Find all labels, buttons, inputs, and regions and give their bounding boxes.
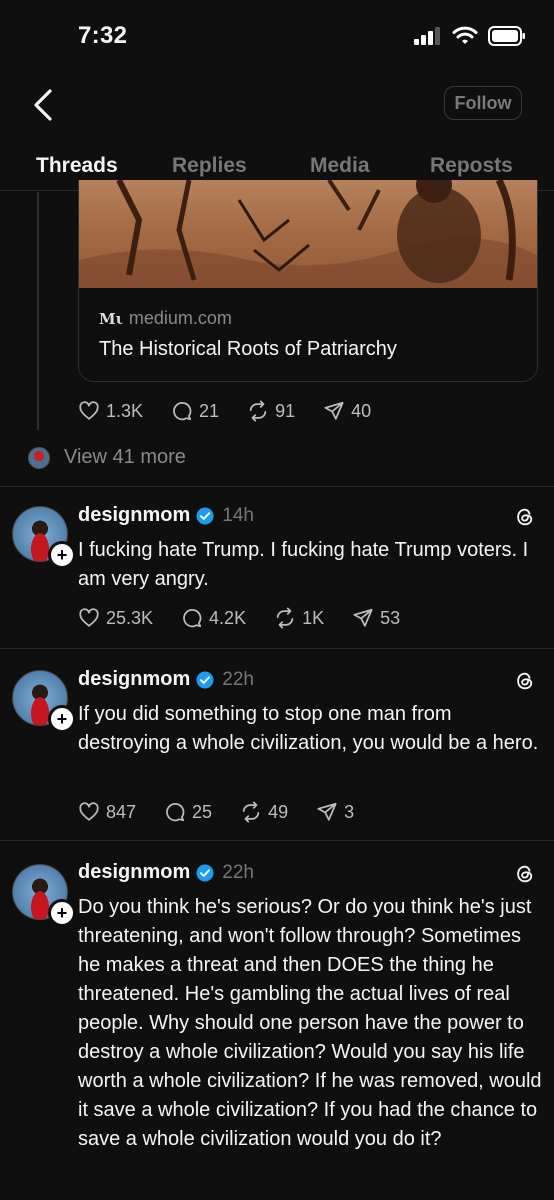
tab-media[interactable]: Media — [310, 154, 370, 178]
repost-count: 91 — [275, 400, 296, 421]
repost-icon — [249, 400, 267, 422]
like-count: 847 — [106, 801, 137, 822]
heart-icon — [79, 401, 99, 420]
share-count: 3 — [344, 801, 355, 822]
share-button[interactable]: 40 — [323, 400, 371, 422]
share-count: 40 — [351, 400, 372, 421]
repost-count: 49 — [268, 801, 289, 822]
verified-badge-icon — [196, 670, 214, 689]
reply-button[interactable]: 21 — [171, 400, 219, 422]
post-header: designmom 22h — [78, 668, 254, 691]
comment-icon — [166, 803, 185, 822]
status-time: 7:32 — [78, 22, 128, 49]
wifi-icon — [452, 26, 478, 44]
share-count: 53 — [380, 607, 401, 628]
link-preview-card[interactable]: Mι medium.com The Historical Roots of Pa… — [78, 180, 538, 382]
threads-logo-icon[interactable] — [514, 670, 536, 692]
like-button[interactable]: 1.3K — [78, 400, 143, 422]
view-more-replies[interactable]: View 41 more — [28, 446, 186, 469]
share-button[interactable]: 3 — [316, 801, 354, 823]
repost-icon — [242, 801, 260, 823]
repost-button[interactable]: 1K — [274, 607, 324, 629]
link-domain: medium.com — [128, 308, 232, 328]
repost-button[interactable]: 49 — [240, 801, 288, 823]
reply-count: 21 — [199, 400, 220, 421]
username[interactable]: designmom — [78, 504, 190, 527]
post-header: designmom 22h — [78, 861, 254, 884]
post-actions: 25.3K 4.2K 1K 53 — [78, 607, 428, 629]
post-time: 22h — [222, 668, 254, 690]
tab-threads[interactable]: Threads — [36, 154, 118, 178]
status-icons — [414, 26, 526, 46]
send-icon — [317, 802, 337, 821]
link-domain-row: Mι medium.com — [99, 308, 232, 329]
follow-plus-icon[interactable]: + — [48, 899, 76, 927]
send-icon — [353, 608, 373, 627]
view-more-label: View 41 more — [64, 446, 186, 468]
threads-logo-icon[interactable] — [514, 863, 536, 885]
reply-button[interactable]: 4.2K — [181, 607, 246, 629]
heart-icon — [79, 802, 99, 821]
username[interactable]: designmom — [78, 668, 190, 691]
repost-count: 1K — [302, 607, 325, 628]
post-item[interactable]: + designmom 14h I fucking hate Trump. I … — [0, 486, 554, 648]
top-post-actions: 1.3K 21 91 40 — [78, 400, 399, 422]
follow-button[interactable]: Follow — [444, 86, 522, 120]
like-count: 25.3K — [106, 607, 154, 628]
post-time: 22h — [222, 861, 254, 883]
post-time: 14h — [222, 504, 254, 526]
like-button[interactable]: 847 — [78, 801, 136, 823]
mini-avatar — [28, 446, 50, 469]
like-button[interactable]: 25.3K — [78, 607, 153, 629]
follow-plus-icon[interactable]: + — [48, 705, 76, 733]
repost-icon — [276, 607, 294, 629]
cellular-signal-icon — [414, 27, 440, 45]
post-text: Do you think he's serious? Or do you thi… — [78, 896, 542, 1150]
tab-reposts[interactable]: Reposts — [430, 154, 513, 178]
comment-icon — [183, 609, 202, 628]
link-title: The Historical Roots of Patriarchy — [99, 338, 397, 360]
comment-icon — [173, 402, 192, 421]
medium-logo-icon: Mι — [99, 309, 123, 328]
repost-button[interactable]: 91 — [247, 400, 295, 422]
battery-icon — [488, 26, 525, 46]
tab-replies[interactable]: Replies — [172, 154, 247, 178]
username[interactable]: designmom — [78, 861, 190, 884]
like-count: 1.3K — [106, 400, 144, 421]
reply-button[interactable]: 25 — [164, 801, 212, 823]
share-button[interactable]: 53 — [352, 607, 400, 629]
post-text: I fucking hate Trump. I fucking hate Tru… — [78, 539, 529, 590]
follow-plus-icon[interactable]: + — [48, 541, 76, 569]
link-preview-image — [79, 180, 537, 288]
threads-logo-icon[interactable] — [514, 506, 536, 528]
reply-count: 25 — [192, 801, 213, 822]
post-text: If you did something to stop one man fro… — [78, 703, 539, 754]
send-icon — [324, 401, 344, 420]
post-item[interactable]: + designmom 22h Do you think he's seriou… — [0, 840, 554, 1200]
verified-badge-icon — [196, 863, 214, 882]
heart-icon — [79, 608, 99, 627]
verified-badge-icon — [196, 506, 214, 525]
post-header: designmom 14h — [78, 504, 254, 527]
back-chevron-icon[interactable] — [30, 88, 58, 122]
post-item[interactable]: + designmom 22h If you did something to … — [0, 648, 554, 840]
thread-connector-line — [37, 192, 39, 430]
reply-count: 4.2K — [209, 607, 247, 628]
post-actions: 847 25 49 3 — [78, 801, 382, 823]
